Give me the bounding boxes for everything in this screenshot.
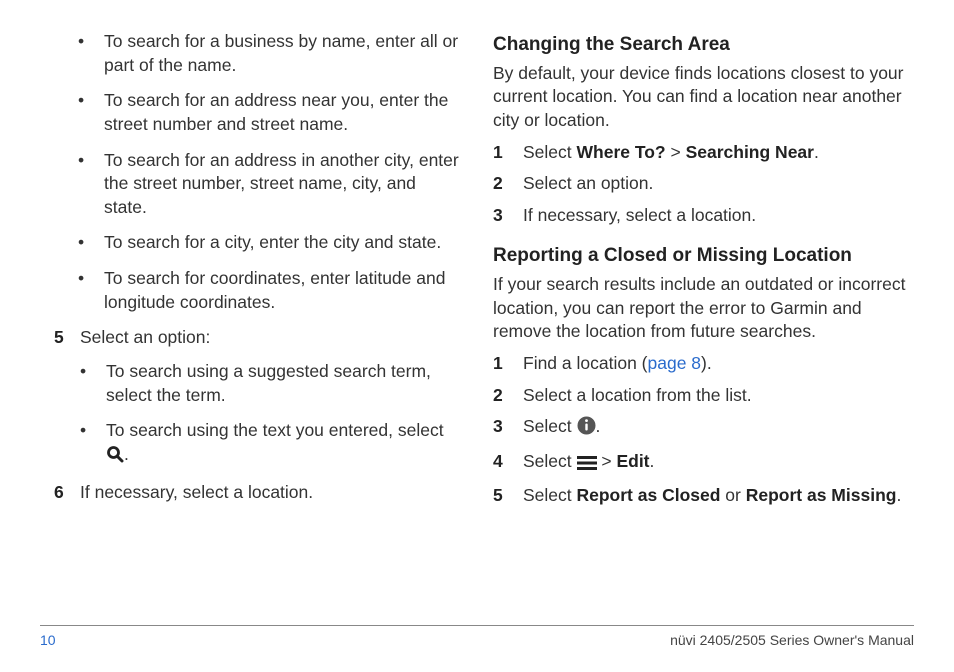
step-number: 6 [54,481,64,505]
ui-label: Searching Near [686,142,814,162]
list-item: To search for a city, enter the city and… [78,231,461,255]
step-number: 4 [493,450,503,474]
manual-title: nüvi 2405/2505 Series Owner's Manual [670,632,914,648]
step-number: 5 [54,326,64,350]
menu-icon [577,453,597,477]
bullet-text: To search for a city, enter the city and… [104,232,441,252]
step-1: 1 Select Where To? > Searching Near. [493,141,914,165]
list-item: To search using the text you entered, se… [80,419,461,469]
step-number: 1 [493,352,503,376]
search-tips-list-2: To search using a suggested search term,… [80,360,461,470]
step-number: 5 [493,484,503,508]
intro-paragraph: If your search results include an outdat… [493,273,914,344]
list-item: To search for coordinates, enter latitud… [78,267,461,314]
step-4: 4 Select > Edit. [493,450,914,477]
period: . [124,444,129,464]
page-footer: 10 nüvi 2405/2505 Series Owner's Manual [40,625,914,648]
ui-label: Report as Closed [577,485,721,505]
heading-reporting-location: Reporting a Closed or Missing Location [493,243,914,269]
search-icon [106,445,124,470]
list-item: To search using a suggested search term,… [80,360,461,407]
step-number: 1 [493,141,503,165]
search-tips-list-1: To search for a business by name, enter … [78,30,461,314]
bullet-text: To search using a suggested search term,… [106,361,431,405]
bullet-text: To search for an address in another city… [104,150,459,217]
step-text: Select a location from the list. [523,385,752,405]
separator: > [666,142,686,162]
step-text: If necessary, select a location. [80,482,313,502]
page-content: To search for a business by name, enter … [40,30,914,620]
step-text: Find a location ( [523,353,648,373]
step-text: Select [523,416,577,436]
step-3: 3 If necessary, select a location. [493,204,914,228]
ui-label: Where To? [577,142,666,162]
bullet-text: To search using the text you entered, se… [106,420,444,440]
step-text: ). [701,353,712,373]
step-text: Select an option. [523,173,653,193]
right-column: Changing the Search Area By default, you… [493,30,914,620]
step-2: 2 Select a location from the list. [493,384,914,408]
bullet-text: To search for a business by name, enter … [104,31,458,75]
step-number: 3 [493,204,503,228]
changing-area-steps: 1 Select Where To? > Searching Near. 2 S… [493,141,914,228]
step-1: 1 Find a location (page 8). [493,352,914,376]
heading-changing-search-area: Changing the Search Area [493,32,914,58]
list-item: To search for an address in another city… [78,149,461,220]
bullet-text: To search for an address near you, enter… [104,90,448,134]
step-5: 5 Select an option: To search using a su… [40,326,461,469]
step-number: 2 [493,384,503,408]
list-item: To search for a business by name, enter … [78,30,461,77]
left-column: To search for a business by name, enter … [40,30,461,620]
step-text: Select [523,485,577,505]
info-icon [577,416,596,442]
list-item: To search for an address near you, enter… [78,89,461,136]
page-link[interactable]: page 8 [648,353,702,373]
step-6: 6 If necessary, select a location. [40,481,461,505]
bullet-text: To search for coordinates, enter latitud… [104,268,445,312]
ui-label: Edit [616,451,649,471]
step-text: Select [523,142,577,162]
period: . [650,451,655,471]
page-number: 10 [40,632,56,648]
ui-label: Report as Missing [746,485,897,505]
step-text: Select an option: [80,327,210,347]
period: . [896,485,901,505]
period: . [814,142,819,162]
left-steps: 5 Select an option: To search using a su… [40,326,461,505]
step-text: or [720,485,745,505]
separator: > [597,451,617,471]
intro-paragraph: By default, your device finds locations … [493,62,914,133]
reporting-steps: 1 Find a location (page 8). 2 Select a l… [493,352,914,508]
period: . [596,416,601,436]
step-number: 2 [493,172,503,196]
step-3: 3 Select . [493,415,914,442]
step-5: 5 Select Report as Closed or Report as M… [493,484,914,508]
step-text: Select [523,451,577,471]
step-2: 2 Select an option. [493,172,914,196]
step-text: If necessary, select a location. [523,205,756,225]
step-number: 3 [493,415,503,439]
